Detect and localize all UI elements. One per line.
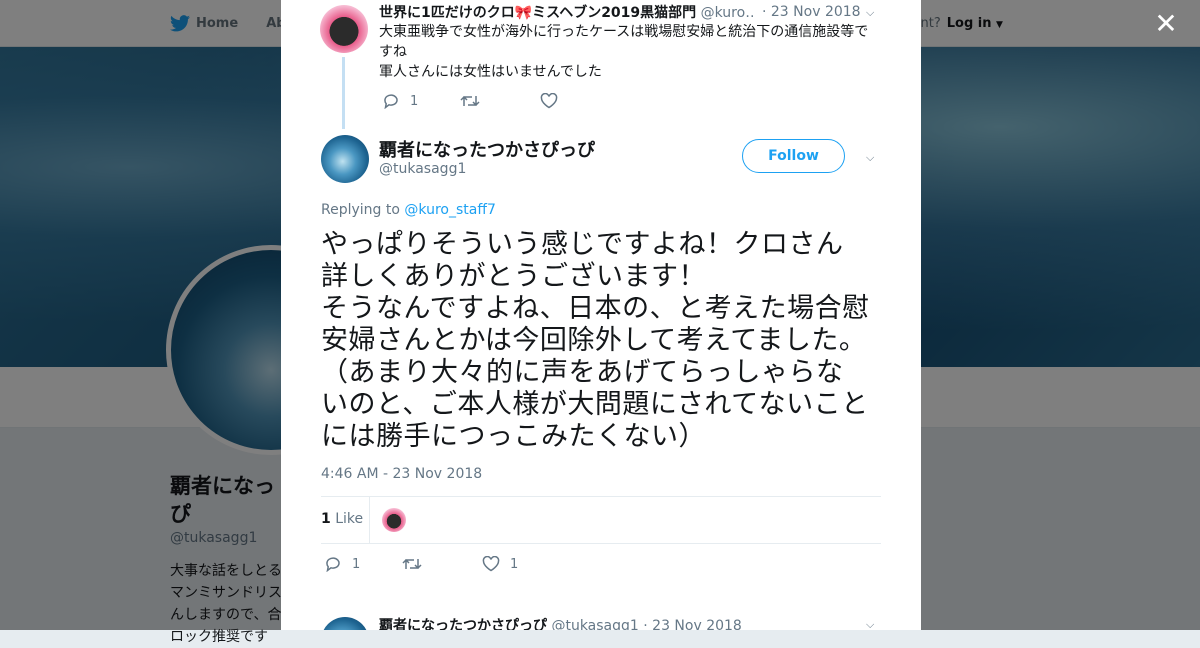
- parent-text-line: 大東亜戦争で女性が海外に行ったケースは戦場慰安婦と統治下の通信施設等で: [379, 24, 869, 40]
- reply-icon: [326, 557, 340, 572]
- liker-avatar[interactable]: [382, 508, 406, 532]
- parent-actions: 1: [382, 93, 568, 109]
- tweet-line: （あまり大々的に声をあげてらっしゃらな: [321, 357, 844, 388]
- parent-date[interactable]: · 23 Nov 2018: [762, 4, 861, 20]
- like-button[interactable]: [540, 93, 568, 109]
- likes-number: 1: [321, 511, 331, 527]
- divider: [321, 543, 881, 544]
- likes-label: Like: [335, 511, 364, 527]
- reply-button[interactable]: 1: [324, 556, 402, 572]
- next-author-name[interactable]: 覇者になったつかさぴっぴ: [379, 618, 547, 630]
- retweet-button[interactable]: [402, 557, 482, 571]
- close-button[interactable]: ✕: [1152, 10, 1180, 38]
- chevron-down-icon[interactable]: ⌵: [866, 618, 874, 630]
- next-author-handle[interactable]: @tukasagg1: [551, 618, 638, 630]
- parent-author-name[interactable]: 世界に1匹だけのクロ🎀ミスヘブン2019黒猫部門: [379, 5, 696, 21]
- main-author-name[interactable]: 覇者になったつかさぴっぴ: [379, 136, 595, 162]
- replying-to: Replying to @kuro_staff7: [321, 202, 496, 218]
- tweet-line: そうなんですよね、日本の、と考えた場合慰: [321, 293, 870, 324]
- thread-line: [342, 57, 345, 129]
- tweet-line: には勝手につっこみたくない）: [321, 421, 706, 452]
- tweet-line: 詳しくありがとうございます！: [321, 261, 706, 292]
- tweet-line: やっぱりそういう感じですよね！クロさん: [321, 229, 844, 260]
- parent-header: 世界に1匹だけのクロ🎀ミスヘブン2019黒猫部門 @kuro…: [379, 2, 754, 22]
- parent-text-line: 軍人さんには女性はいませんでした: [379, 64, 602, 80]
- retweet-button[interactable]: [460, 94, 540, 108]
- parent-author-handle[interactable]: @kuro…: [701, 5, 754, 21]
- replying-mention[interactable]: @kuro_staff7: [404, 202, 495, 218]
- reply-button[interactable]: 1: [382, 93, 460, 109]
- main-tweet-text: やっぱりそういう感じですよね！クロさん 詳しくありがとうございます！ そうなんで…: [321, 229, 891, 453]
- heart-icon: [482, 556, 500, 572]
- main-author-handle[interactable]: @tukasagg1: [379, 161, 466, 177]
- chevron-down-icon[interactable]: ⌵: [866, 6, 874, 20]
- parent-text-line: すね: [379, 44, 407, 60]
- likes-row: 1 Like: [321, 497, 881, 543]
- tweet-modal: 世界に1匹だけのクロ🎀ミスヘブン2019黒猫部門 @kuro… · 23 Nov…: [281, 0, 921, 630]
- chevron-down-icon[interactable]: ⌵: [866, 151, 874, 165]
- next-avatar[interactable]: [321, 617, 369, 630]
- reply-icon: [384, 94, 398, 109]
- tweet-line: いのと、ご本人様が大問題にされてないこと: [321, 389, 869, 420]
- likes-divider: [369, 497, 370, 543]
- parent-avatar[interactable]: [320, 5, 368, 53]
- retweet-icon: [460, 95, 480, 107]
- main-avatar[interactable]: [321, 135, 369, 183]
- follow-button[interactable]: Follow: [742, 139, 845, 173]
- replying-prefix: Replying to: [321, 202, 400, 218]
- tweet-line: 安婦さんとかは今回除外して考えてました。: [321, 325, 867, 356]
- reply-count: 1: [410, 93, 419, 109]
- tweet-timestamp[interactable]: 4:46 AM - 23 Nov 2018: [321, 466, 482, 482]
- main-actions: 1 1: [324, 556, 518, 572]
- likes-summary[interactable]: 1 Like: [321, 511, 363, 527]
- heart-icon: [540, 93, 558, 109]
- reply-count: 1: [352, 556, 361, 572]
- retweet-icon: [402, 558, 422, 570]
- like-count: 1: [510, 556, 519, 572]
- next-date[interactable]: · 23 Nov 2018: [643, 618, 742, 630]
- like-button[interactable]: 1: [482, 556, 518, 572]
- parent-tweet-text: 大東亜戦争で女性が海外に行ったケースは戦場慰安婦と統治下の通信施設等で すね 軍…: [379, 22, 879, 82]
- close-icon: ✕: [1154, 7, 1178, 40]
- next-header: 覇者になったつかさぴっぴ @tukasagg1 · 23 Nov 2018: [379, 615, 742, 630]
